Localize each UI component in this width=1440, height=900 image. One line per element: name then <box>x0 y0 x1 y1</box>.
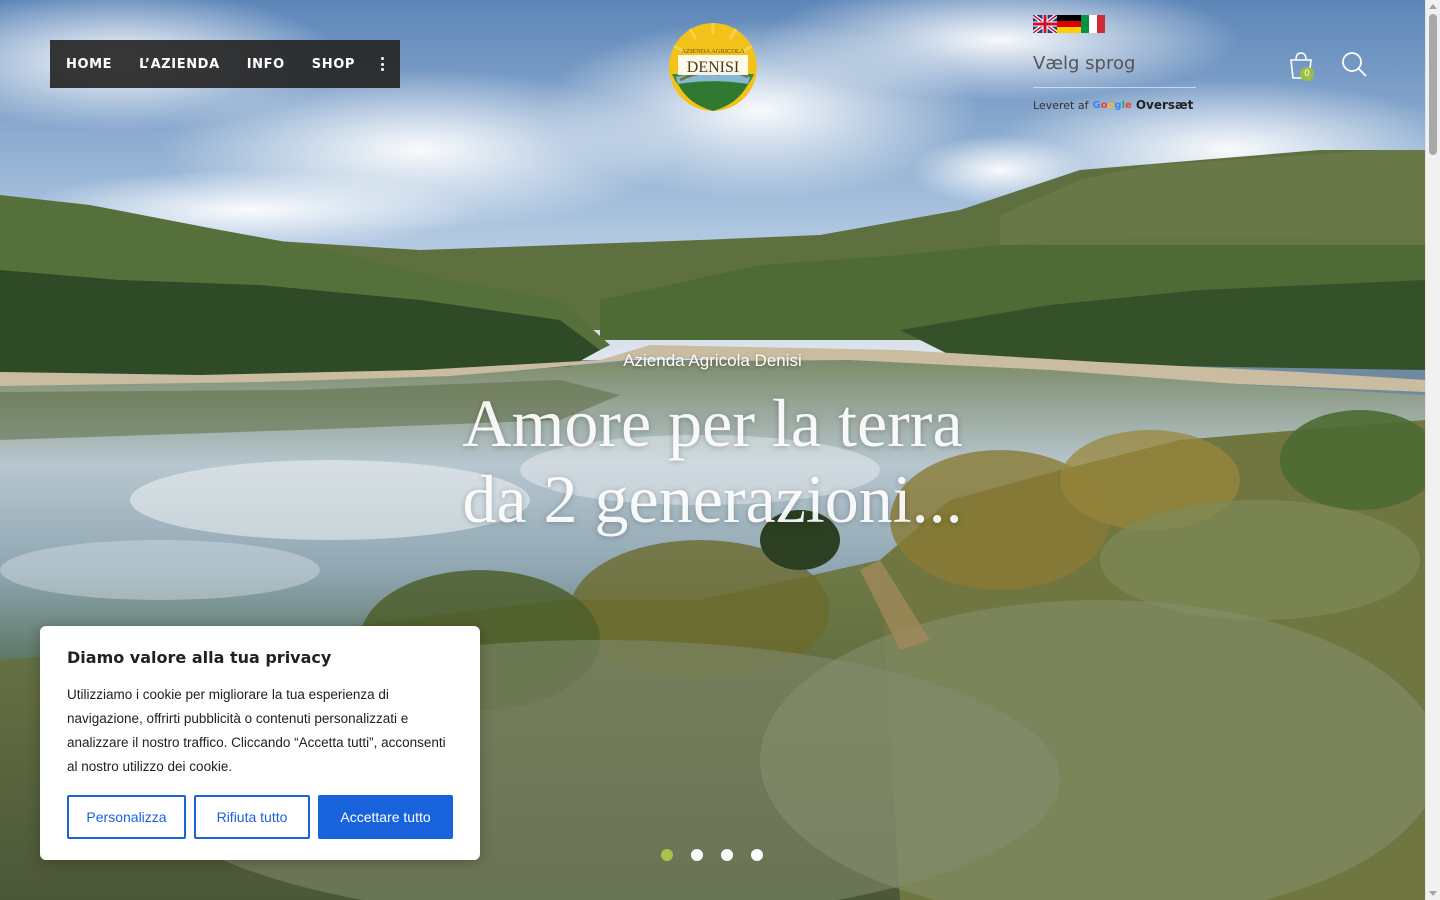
italian-flag-icon[interactable] <box>1081 15 1105 33</box>
customize-cookies-button[interactable]: Personalizza <box>67 795 186 839</box>
svg-text:AZIENDA AGRICOLA: AZIENDA AGRICOLA <box>681 48 745 55</box>
accept-all-button[interactable]: Accettare tutto <box>318 795 453 839</box>
google-logo: Google <box>1092 99 1132 111</box>
google-translate-attribution: Leveret af Google Oversæt <box>1033 98 1193 112</box>
main-navigation: HOME L’AZIENDA INFO SHOP <box>50 40 400 88</box>
nav-item-shop[interactable]: SHOP <box>312 57 355 72</box>
slider-dot-1[interactable] <box>661 849 673 861</box>
hero-title: Amore per la terra da 2 generazioni... <box>300 385 1125 537</box>
slider-dot-3[interactable] <box>721 849 733 861</box>
cookie-buttons: Personalizza Rifiuta tutto Accettare tut… <box>67 795 453 839</box>
nav-item-info[interactable]: INFO <box>247 57 285 72</box>
svg-text:DENISI: DENISI <box>687 59 739 76</box>
hero-title-line-1: Amore per la terra <box>462 385 963 461</box>
scroll-up-arrow-icon[interactable] <box>1429 4 1437 9</box>
scroll-thumb[interactable] <box>1429 14 1437 155</box>
reject-all-button[interactable]: Rifiuta tutto <box>194 795 310 839</box>
hero-subtitle: Azienda Agricola Denisi <box>623 351 802 370</box>
scroll-down-arrow-icon[interactable] <box>1429 891 1437 896</box>
cart-count-badge: 0 <box>1300 67 1314 81</box>
hero-title-line-2: da 2 generazioni... <box>462 461 963 537</box>
site-logo[interactable]: AZIENDA AGRICOLA DENISI <box>668 22 758 112</box>
english-flag-icon[interactable] <box>1033 15 1057 33</box>
vertical-dots-icon[interactable] <box>381 57 385 71</box>
logo-emblem-icon: AZIENDA AGRICOLA DENISI <box>669 23 757 111</box>
powered-by-label: Leveret af <box>1033 98 1089 112</box>
cookie-description: Utilizziamo i cookie per migliorare la t… <box>67 687 446 774</box>
page-scrollbar[interactable] <box>1425 0 1440 900</box>
nav-item-azienda[interactable]: L’AZIENDA <box>139 57 220 72</box>
cookie-title: Diamo valore alla tua privacy <box>67 648 332 667</box>
cookie-consent-banner: Diamo valore alla tua privacy Utilizziam… <box>40 626 480 860</box>
language-flags <box>1033 15 1105 33</box>
search-icon[interactable] <box>1341 51 1367 77</box>
language-select[interactable]: Vælg sprog <box>1033 50 1196 88</box>
nav-item-home[interactable]: HOME <box>66 57 112 72</box>
translate-link[interactable]: Oversæt <box>1136 98 1194 112</box>
slider-pagination <box>661 849 763 861</box>
german-flag-icon[interactable] <box>1057 15 1081 33</box>
slider-dot-2[interactable] <box>691 849 703 861</box>
slider-dot-4[interactable] <box>751 849 763 861</box>
